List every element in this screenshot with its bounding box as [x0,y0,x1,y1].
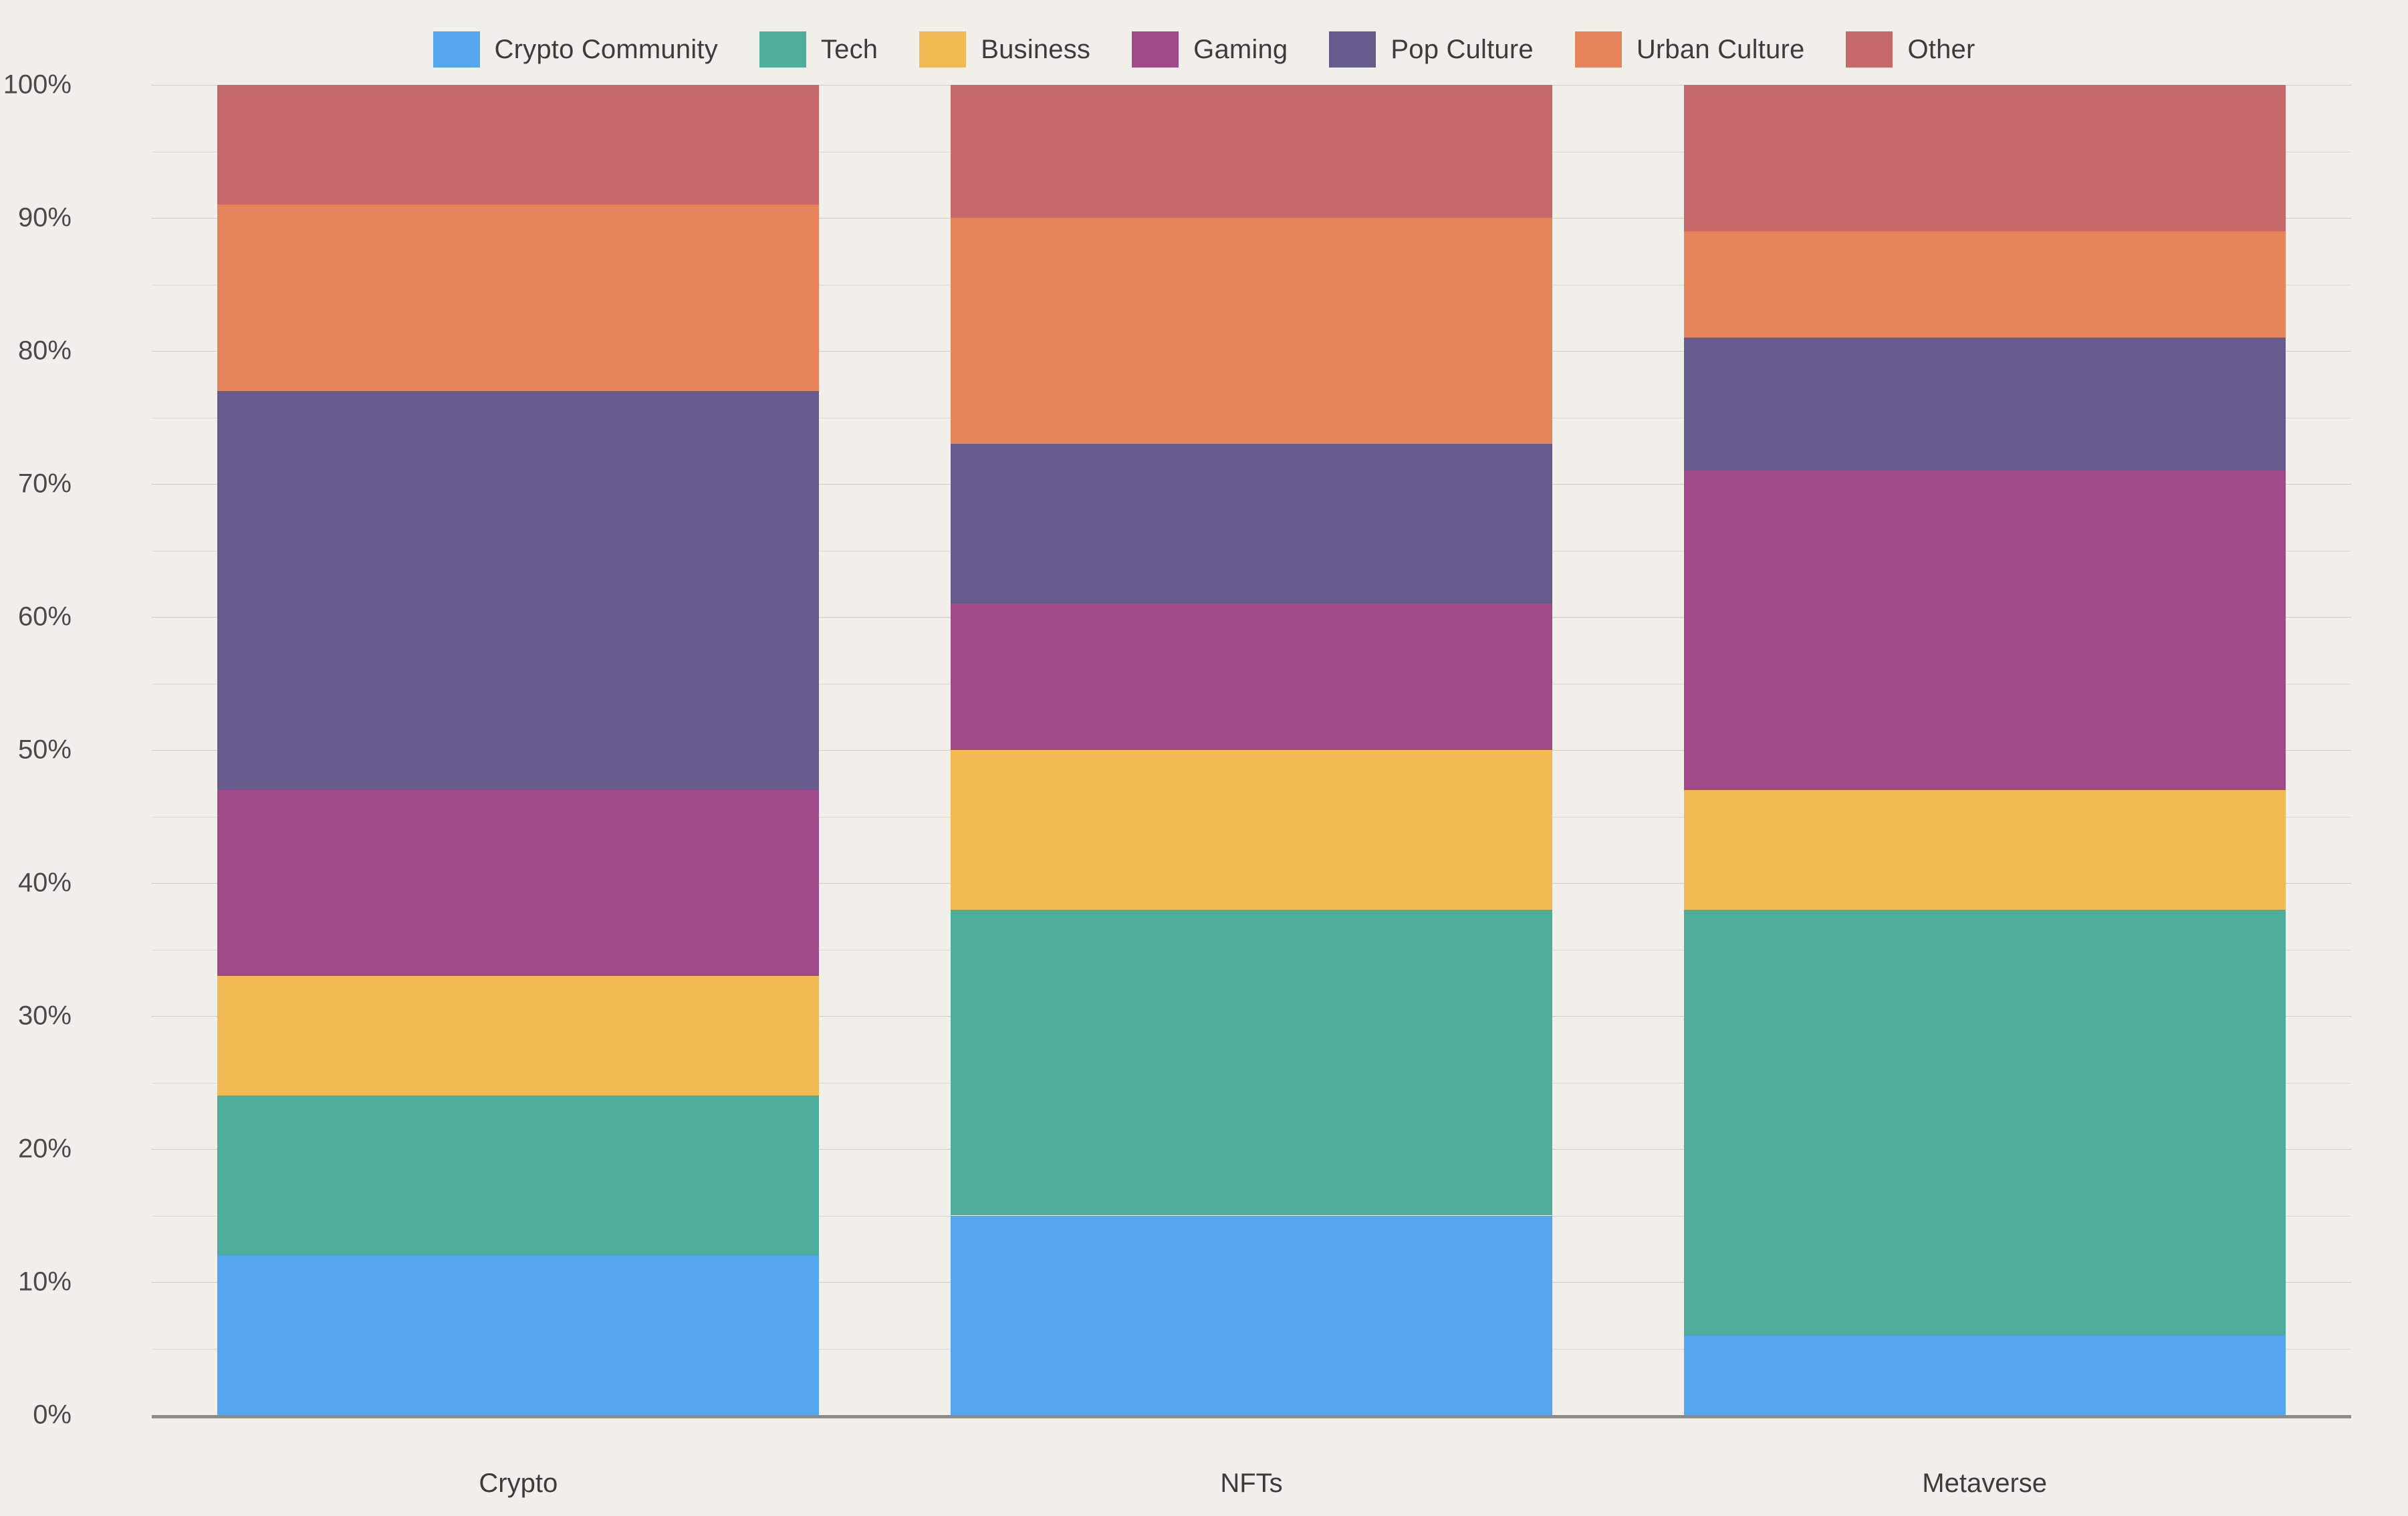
bar-segment[interactable] [1683,909,2286,1336]
bar-segment[interactable] [217,976,820,1096]
stacked-bar[interactable] [951,85,1552,1415]
legend-swatch-icon [433,31,480,68]
legend-item[interactable]: Other [1846,31,1975,68]
legend-item-label: Business [981,34,1091,64]
chart-container: Crypto Community Tech Business Gaming Pop Cu… [0,0,2408,1516]
legend-item[interactable]: Urban Culture [1574,31,1805,68]
bar-segment[interactable] [217,1255,820,1415]
bar-segment[interactable] [1683,231,2286,338]
bar-segment[interactable] [1683,471,2286,790]
y-axis-tick-label: 80% [17,336,72,366]
legend-item[interactable]: Gaming [1132,31,1288,68]
x-axis-tick-label: Crypto [479,1469,558,1498]
x-axis-line [152,1415,2351,1418]
x-axis-tick-label: NFTs [1220,1469,1283,1498]
bar-segment[interactable] [217,205,820,391]
y-axis-tick-label: 40% [17,868,72,898]
stacked-bar[interactable] [1683,85,2286,1415]
bar-segment[interactable] [1683,85,2286,231]
stacked-bar[interactable] [217,85,820,1415]
x-axis-tick-label: Metaverse [1922,1469,2048,1498]
bar-segment[interactable] [217,789,820,977]
y-axis-tick-label: 30% [17,1001,72,1031]
legend-item-label: Urban Culture [1636,34,1805,64]
bar-segment[interactable] [951,909,1552,1216]
bar-segment[interactable] [951,1215,1552,1415]
plot-area: 0% 10% 20% 30% 40% 50% 60% 70% 80% 90% 100% Crypto… [3,70,2351,1498]
legend-item-label: Pop Culture [1391,34,1534,64]
legend-item[interactable]: Pop Culture [1329,31,1534,68]
y-axis-tick-label: 60% [17,602,72,632]
legend-item-label: Gaming [1193,34,1288,64]
legend-item[interactable]: Crypto Community [433,31,718,68]
bar-segment[interactable] [951,750,1552,910]
y-axis-tick-label: 50% [17,735,72,765]
bar-group [1683,85,2286,1415]
bar-segment[interactable] [217,1096,820,1256]
chart-legend: Crypto Community Tech Business Gaming Pop Cu… [0,25,2408,74]
bar-segment[interactable] [951,604,1552,750]
y-axis-tick-label: 20% [17,1134,72,1164]
bar-segment[interactable] [951,85,1552,218]
y-axis-tick-label: 100% [3,70,72,100]
y-axis-tick-label: 10% [17,1267,72,1297]
legend-swatch-icon [1132,31,1179,68]
legend-swatch-icon [1329,31,1376,68]
bar-group [951,85,1552,1415]
legend-item-label: Tech [820,34,878,64]
legend-swatch-icon [759,31,806,68]
bar-segment[interactable] [217,85,820,205]
bar-segment[interactable] [217,390,820,790]
bar-segment[interactable] [951,218,1552,445]
y-axis-tick-label: 90% [17,203,72,233]
legend-item[interactable]: Business [919,31,1090,68]
legend-swatch-icon [1846,31,1893,68]
bar-segment[interactable] [1683,789,2286,910]
legend-item[interactable]: Tech [759,31,878,68]
bar-segment[interactable] [1683,338,2286,471]
legend-swatch-icon [919,31,967,68]
legend-item-label: Other [1907,34,1975,64]
bar-group [217,85,820,1415]
legend-item-label: Crypto Community [494,34,718,64]
legend-swatch-icon [1574,31,1622,68]
bar-segment[interactable] [1683,1335,2286,1415]
y-axis-tick-label: 0% [33,1400,72,1430]
y-axis-tick-label: 70% [17,469,72,499]
bar-segment[interactable] [951,444,1552,604]
